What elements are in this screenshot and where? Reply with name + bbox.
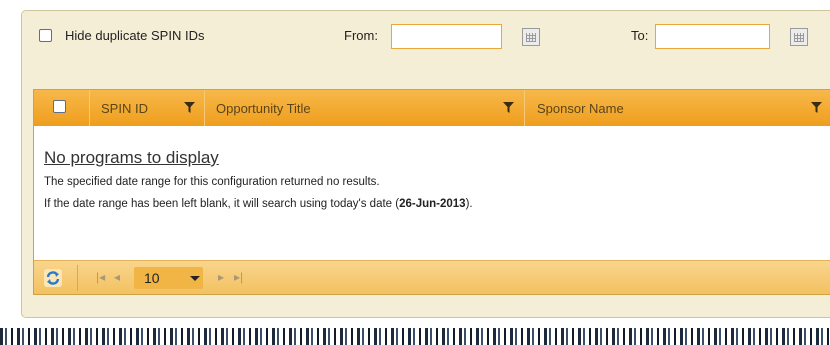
filter-icon[interactable] (184, 102, 195, 113)
obscured-text-strip (0, 328, 830, 345)
grid-body: No programs to display The specified dat… (34, 126, 830, 260)
prev-page-icon[interactable]: ◂ (114, 270, 120, 284)
to-date-input[interactable] (655, 24, 770, 49)
column-opportunity-title-label: Opportunity Title (216, 101, 311, 116)
calendar-icon (526, 33, 536, 42)
column-opportunity-title[interactable]: Opportunity Title (205, 90, 525, 126)
current-date: 26-Jun-2013 (399, 198, 466, 210)
empty-state-hint: If the date range has been left blank, i… (44, 198, 473, 210)
hide-duplicates-label: Hide duplicate SPIN IDs (65, 28, 205, 43)
first-page-icon[interactable]: |◂ (96, 270, 105, 284)
calendar-icon (794, 33, 804, 42)
column-sponsor-name[interactable]: Sponsor Name (525, 90, 830, 126)
empty-state-message: The specified date range for this config… (44, 176, 380, 188)
from-label: From: (344, 28, 378, 43)
to-calendar-button[interactable] (790, 28, 808, 46)
filter-icon[interactable] (503, 102, 514, 113)
chevron-down-icon (190, 276, 200, 281)
column-sponsor-name-label: Sponsor Name (537, 101, 624, 116)
last-page-icon[interactable]: ▸| (234, 270, 243, 284)
empty-state-hint-prefix: If the date range has been left blank, i… (44, 198, 400, 210)
from-calendar-button[interactable] (522, 28, 540, 46)
grid-pager: |◂ ◂ 10 ▸ ▸| (34, 260, 830, 294)
empty-state-hint-suffix: ). (465, 198, 473, 210)
refresh-icon[interactable] (44, 269, 62, 287)
filter-icon[interactable] (811, 102, 822, 113)
empty-state-title: No programs to display (44, 148, 219, 167)
page-size-value: 10 (144, 270, 160, 286)
from-date-input[interactable] (391, 24, 502, 49)
select-all-checkbox[interactable] (53, 100, 66, 113)
filter-bar: Hide duplicate SPIN IDs From: To: (22, 24, 830, 55)
pager-divider (77, 265, 78, 291)
page-size-select[interactable]: 10 (134, 267, 203, 289)
to-label: To: (631, 28, 649, 43)
grid-header: SPIN ID Opportunity Title Sponsor Name (34, 90, 830, 126)
next-page-icon[interactable]: ▸ (218, 270, 224, 284)
programs-grid: SPIN ID Opportunity Title Sponsor Name N… (33, 89, 830, 295)
column-spin-id-label: SPIN ID (101, 101, 148, 116)
hide-duplicates-checkbox[interactable] (39, 29, 52, 42)
column-spin-id[interactable]: SPIN ID (90, 90, 205, 126)
programs-panel: Hide duplicate SPIN IDs From: To: SPIN I… (21, 10, 830, 318)
select-all-column (34, 90, 90, 126)
